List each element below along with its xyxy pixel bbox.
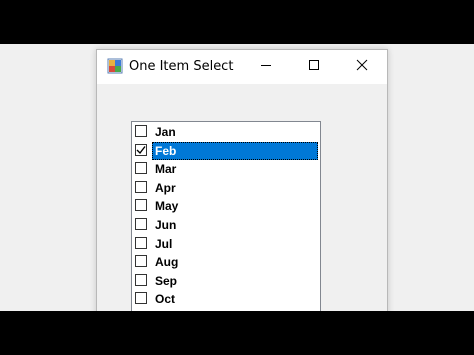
list-item[interactable]: Jan [134,123,318,141]
checkbox[interactable] [135,236,147,249]
close-icon [356,58,368,76]
list-item-label: Oct [155,292,176,307]
checkbox[interactable] [135,218,147,230]
client-area: Jan Feb Mar Apr May Jun Jul Aug Sep Oct [97,84,387,311]
app-window: One Item Select Jan Feb Mar Apr May Jun Jul Aug… [96,49,388,311]
list-item-label: Apr [155,180,176,195]
list-item[interactable]: Jun [134,216,318,234]
list-item[interactable]: Jul [134,235,318,253]
month-checked-list[interactable]: Jan Feb Mar Apr May Jun Jul Aug Sep Oct [131,121,321,311]
app-icon [107,58,123,74]
checkbox[interactable] [135,125,147,137]
checkbox[interactable] [135,143,147,156]
list-item[interactable]: Apr [134,179,318,197]
checkbox[interactable] [135,273,147,286]
checkmark-icon [136,145,146,154]
list-item[interactable]: Mar [134,160,318,178]
minimize-icon [260,58,272,76]
checkbox[interactable] [135,180,147,193]
list-item[interactable]: Sep [134,272,318,290]
list-item-label: Sep [155,273,178,288]
title-bar[interactable]: One Item Select [97,50,387,84]
list-item[interactable]: Feb [134,141,318,160]
list-item-label: Jun [155,218,177,232]
list-item-label: May [155,199,179,214]
checkbox[interactable] [135,199,147,212]
list-item[interactable]: Oct [134,290,318,308]
close-button[interactable] [339,50,385,84]
list-item[interactable]: May [134,197,318,215]
desktop-background: One Item Select Jan Feb Mar Apr May Jun Jul Aug… [0,44,474,311]
list-item-label: Feb [152,141,318,160]
list-item[interactable]: Aug [134,253,318,271]
maximize-button[interactable] [291,50,337,84]
list-item-label: Jul [155,236,173,251]
list-item-label: Aug [155,255,179,270]
list-item-label: Mar [155,162,177,177]
checkbox[interactable] [135,255,147,268]
window-title: One Item Select [129,59,234,74]
checkbox[interactable] [135,292,147,305]
minimize-button[interactable] [243,50,289,84]
checkbox[interactable] [135,162,147,175]
maximize-icon [308,58,320,76]
list-item-label: Jan [155,125,176,139]
